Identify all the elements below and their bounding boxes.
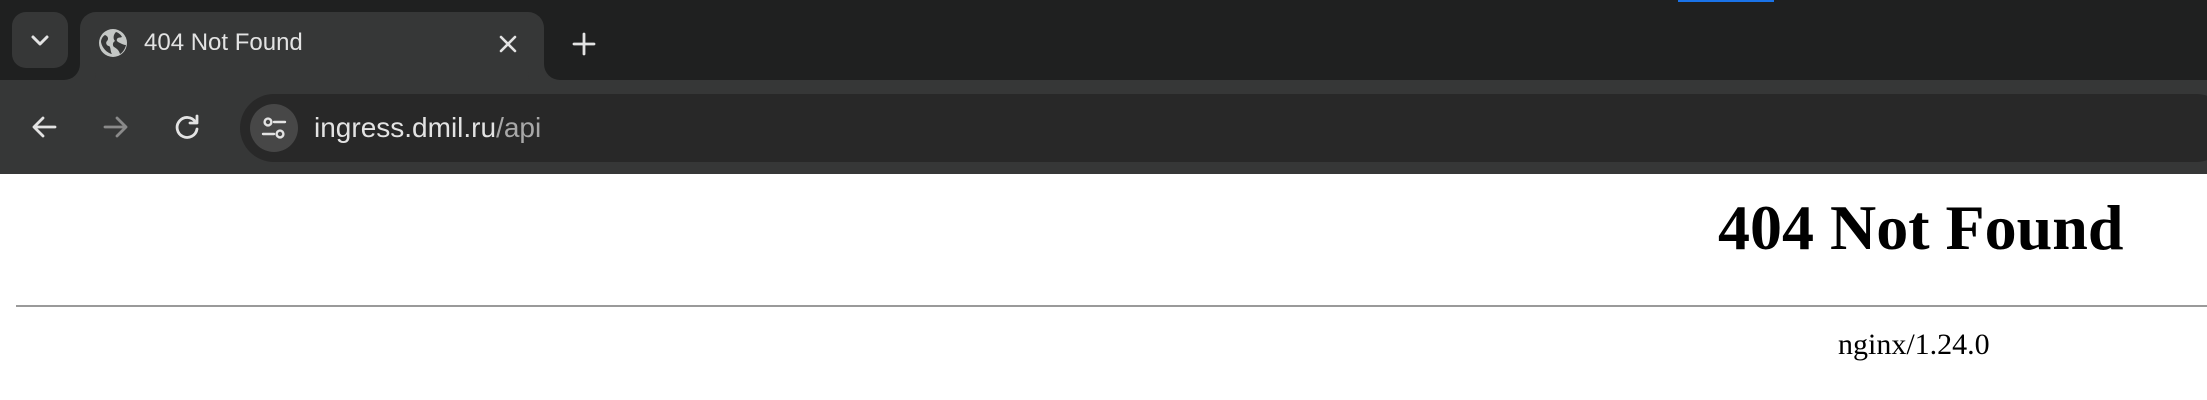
- tab-strip: 404 Not Found: [0, 0, 2207, 80]
- url-text[interactable]: ingress.dmil.ru/api: [314, 112, 541, 144]
- server-signature: nginx/1.24.0: [1838, 328, 1990, 361]
- page-content: 404 Not Found nginx/1.24.0: [0, 174, 2207, 400]
- arrow-right-icon: [103, 116, 128, 138]
- globe-icon: [99, 29, 127, 57]
- close-icon: [499, 35, 517, 53]
- chevron-down-icon: [31, 35, 49, 46]
- forward-button[interactable]: [92, 103, 140, 151]
- new-tab-button[interactable]: [560, 20, 608, 68]
- reload-icon: [175, 114, 199, 139]
- url-path: /api: [496, 112, 542, 143]
- address-bar[interactable]: ingress.dmil.ru/api: [240, 94, 2207, 162]
- plus-icon: [572, 32, 596, 56]
- tune-icon: [261, 117, 287, 139]
- site-info-button[interactable]: [250, 104, 298, 152]
- reload-button[interactable]: [163, 103, 211, 151]
- url-host: ingress.dmil.ru: [314, 112, 497, 143]
- tab-active[interactable]: 404 Not Found: [80, 12, 544, 80]
- back-button[interactable]: [20, 103, 68, 151]
- page-heading: 404 Not Found: [1718, 192, 2124, 263]
- tab-close-button[interactable]: [488, 24, 528, 64]
- arrow-left-icon: [32, 116, 57, 138]
- browser-toolbar: ingress.dmil.ru/api: [0, 80, 2207, 174]
- tab-search-button[interactable]: [12, 12, 68, 68]
- window-accent-indicator: [1678, 0, 1774, 2]
- tab-title: 404 Not Found: [144, 29, 303, 56]
- horizontal-rule: [16, 305, 2207, 307]
